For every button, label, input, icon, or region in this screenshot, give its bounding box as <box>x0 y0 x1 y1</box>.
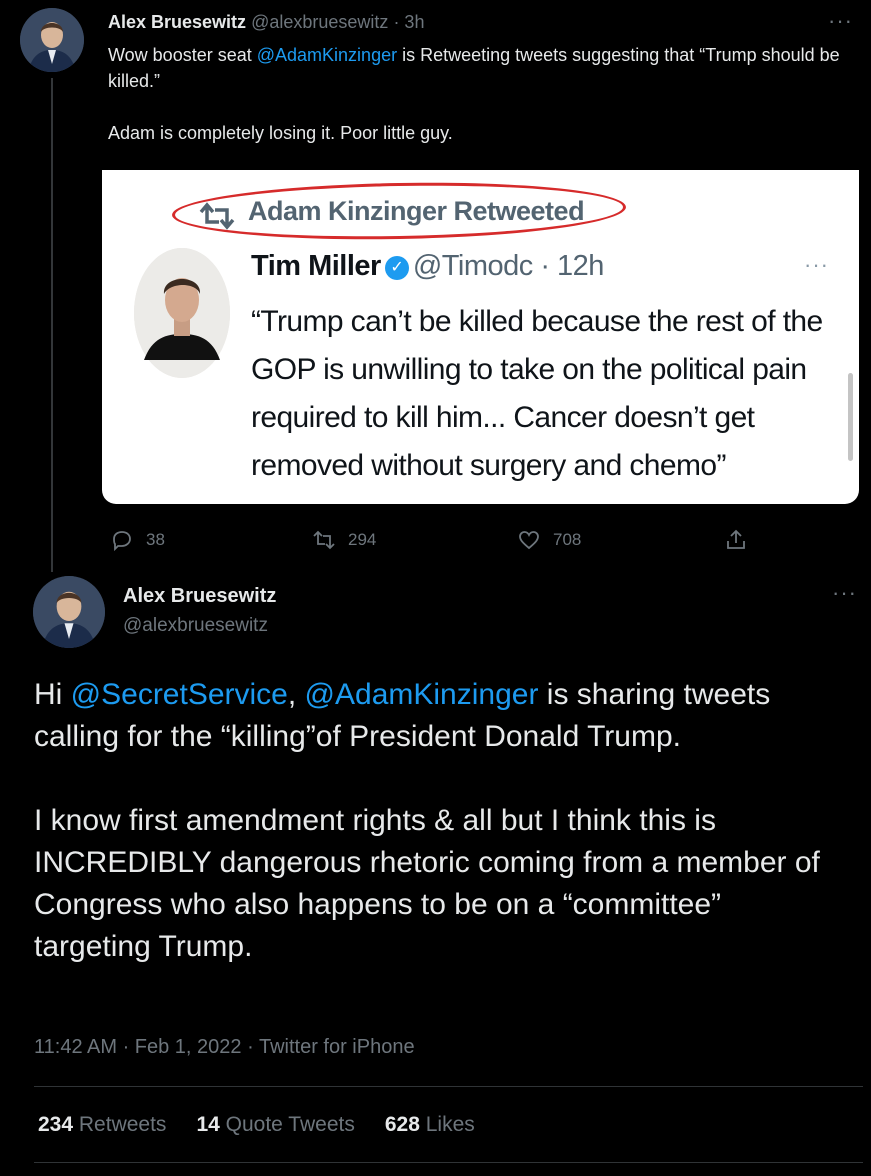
share-button[interactable] <box>724 528 748 552</box>
tweet-text-paragraph: I know first amendment rights & all but … <box>34 804 820 963</box>
tweet-text-paragraph: Adam is completely losing it. Poor littl… <box>108 123 453 143</box>
tweet-text-part: Wow booster seat <box>108 45 257 65</box>
attached-image[interactable]: Adam Kinzinger Retweeted Tim Miller ✓ @Tim… <box>102 170 859 504</box>
author-name[interactable]: Alex Bruesewitz <box>108 12 246 32</box>
tweet-time[interactable]: · 3h <box>393 12 424 32</box>
verified-badge-icon: ✓ <box>384 256 409 280</box>
embedded-author-name: Tim Miller <box>251 250 381 282</box>
mention-link[interactable]: @AdamKinzinger <box>305 678 539 711</box>
embedded-tweet-text: “Trump can’t be killed because the rest … <box>251 305 823 482</box>
divider <box>34 1086 863 1087</box>
avatar[interactable] <box>20 8 84 72</box>
red-circle-annotation <box>171 179 627 243</box>
retweet-icon <box>313 530 335 550</box>
profile-photo-icon <box>134 248 230 378</box>
thread-line <box>51 78 53 572</box>
quote-tweets-count: 14 <box>196 1113 220 1136</box>
share-icon <box>727 529 745 549</box>
tweet-timestamp[interactable]: 11:42 AM · Feb 1, 2022 · Twitter for iPh… <box>34 1036 415 1059</box>
mention-link[interactable]: @AdamKinzinger <box>257 45 397 65</box>
likes-label: Likes <box>425 1113 475 1136</box>
retweet-count: 294 <box>348 530 377 549</box>
likes-count: 628 <box>384 1113 420 1136</box>
reply-icon <box>113 531 131 552</box>
quote-tweets-stat[interactable]: 14 Quote Tweets <box>196 1113 354 1137</box>
avatar <box>134 248 230 378</box>
retweets-label: Retweets <box>78 1113 167 1136</box>
author-handle[interactable]: @alexbruesewitz <box>123 615 268 637</box>
retweet-button[interactable]: 294 <box>312 528 376 552</box>
more-options-icon[interactable]: ··· <box>832 580 857 606</box>
heart-icon <box>519 531 539 550</box>
scrollbar <box>848 373 853 461</box>
author-name[interactable]: Alex Bruesewitz <box>123 585 276 608</box>
tweet-text: Wow booster seat @AdamKinzinger is Retwe… <box>108 42 853 146</box>
divider <box>34 1162 863 1163</box>
tweet-author-line: Alex Bruesewitz @alexbruesewitz · 3h <box>108 12 424 33</box>
quote-tweets-label: Quote Tweets <box>225 1113 355 1136</box>
author-handle[interactable]: @alexbruesewitz <box>251 12 388 32</box>
like-count: 708 <box>553 530 582 549</box>
tweet-text-part: Hi <box>34 678 71 711</box>
profile-photo-icon <box>20 8 84 72</box>
likes-stat[interactable]: 628 Likes <box>385 1113 475 1137</box>
retweets-count: 234 <box>38 1113 74 1136</box>
mention-link[interactable]: @SecretService <box>71 678 288 711</box>
embedded-author-line: Tim Miller ✓ @Timodc · 12h <box>251 250 604 283</box>
more-options-icon: ··· <box>804 252 829 277</box>
retweets-stat[interactable]: 234 Retweets <box>38 1113 166 1137</box>
more-options-icon[interactable]: ··· <box>828 8 853 34</box>
profile-photo-icon <box>33 576 105 648</box>
avatar[interactable] <box>33 576 105 648</box>
reply-button[interactable]: 38 <box>110 528 165 552</box>
tweet-text-part: , <box>287 678 305 711</box>
like-button[interactable]: 708 <box>517 528 581 552</box>
tweet-text: Hi @SecretService, @AdamKinzinger is sha… <box>34 674 844 968</box>
reply-count: 38 <box>146 530 165 549</box>
engagement-stats: 234 Retweets 14 Quote Tweets 628 Likes <box>38 1113 475 1137</box>
embedded-author-handle: @Timodc · 12h <box>412 250 605 282</box>
tweet-text-paragraph: Hi @SecretService, @AdamKinzinger is sha… <box>34 674 844 758</box>
